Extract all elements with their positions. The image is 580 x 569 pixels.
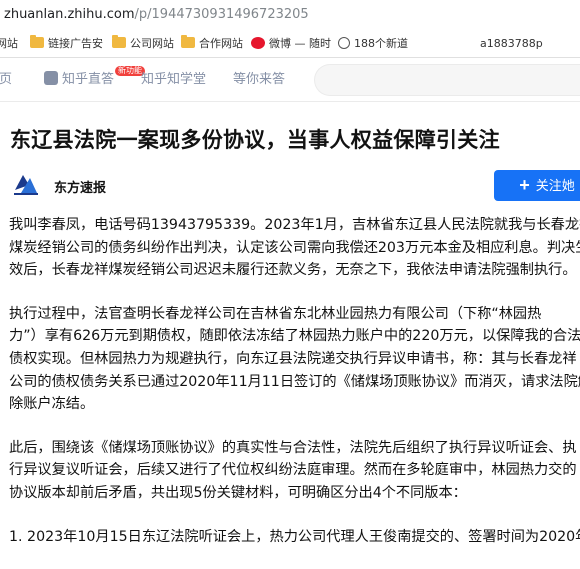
paragraph: 我叫李春凤，电话号码13943795339。2023年1月，吉林省东辽县人民法院… (9, 217, 580, 279)
bookmark-item[interactable]: 微博 — 随时 (251, 36, 331, 52)
bookmark-item[interactable]: 合作网站 (181, 35, 243, 52)
url-path: /p/1944730931496723205 (134, 7, 309, 22)
zhizhi-icon (44, 71, 58, 85)
nav-waiting[interactable]: 等你来答 (233, 71, 285, 89)
author-avatar[interactable] (10, 168, 42, 200)
url-host: zhuanlan.zhihu.com (4, 7, 135, 22)
weibo-icon (251, 37, 265, 49)
nav-home[interactable]: 首页 (0, 71, 12, 89)
search-input[interactable] (314, 64, 580, 96)
paragraph: 此后，围绕该《储煤场顶账协议》的真实性与合法性，法院先后组织了执行异议听证会、执… (9, 439, 577, 501)
bookmark-item[interactable]: 链接广告安 (30, 35, 103, 52)
folder-icon (30, 35, 44, 48)
bookmark-item[interactable]: 公司网站 (112, 35, 174, 52)
plus-icon: + (519, 175, 530, 195)
nav-zhixue[interactable]: 知乎知学堂 (141, 71, 206, 89)
author-name[interactable]: 东方速报 (54, 177, 106, 196)
paragraph: 执行过程中，法官查明长春龙祥公司在吉林省东北林业园热力有限公司（下称“林园热 力… (9, 305, 580, 413)
follow-button[interactable]: + 关注她 (494, 170, 580, 201)
article-body: 我叫李春凤，电话号码13943795339。2023年1月，吉林省东辽县人民法院… (9, 214, 580, 569)
bookmarks-bar: 网站 链接广告安 公司网站 合作网站 微博 — 随时 188个新道 a18837… (0, 30, 580, 58)
nav-zhizhi[interactable]: 知乎直答 (44, 71, 114, 89)
bookmark-item[interactable]: 188个新道 (338, 36, 408, 52)
folder-icon (112, 35, 126, 48)
folder-icon (181, 35, 195, 48)
globe-icon (338, 37, 350, 49)
site-nav: 首页 知乎直答 新功能 知乎知学堂 等你来答 (0, 58, 580, 102)
paragraph: 1. 2023年10月15日东辽法院听证会上，热力公司代理人王俊南提交的、签署时… (9, 528, 580, 545)
bookmark-item[interactable]: a1883788p (480, 36, 543, 52)
bookmark-item[interactable]: 网站 (0, 36, 18, 52)
address-bar[interactable]: zhuanlan.zhihu.com/p/1944730931496723205 (0, 0, 580, 30)
article-title: 东辽县法院一案现多份协议，当事人权益保障引关注 (10, 128, 500, 152)
